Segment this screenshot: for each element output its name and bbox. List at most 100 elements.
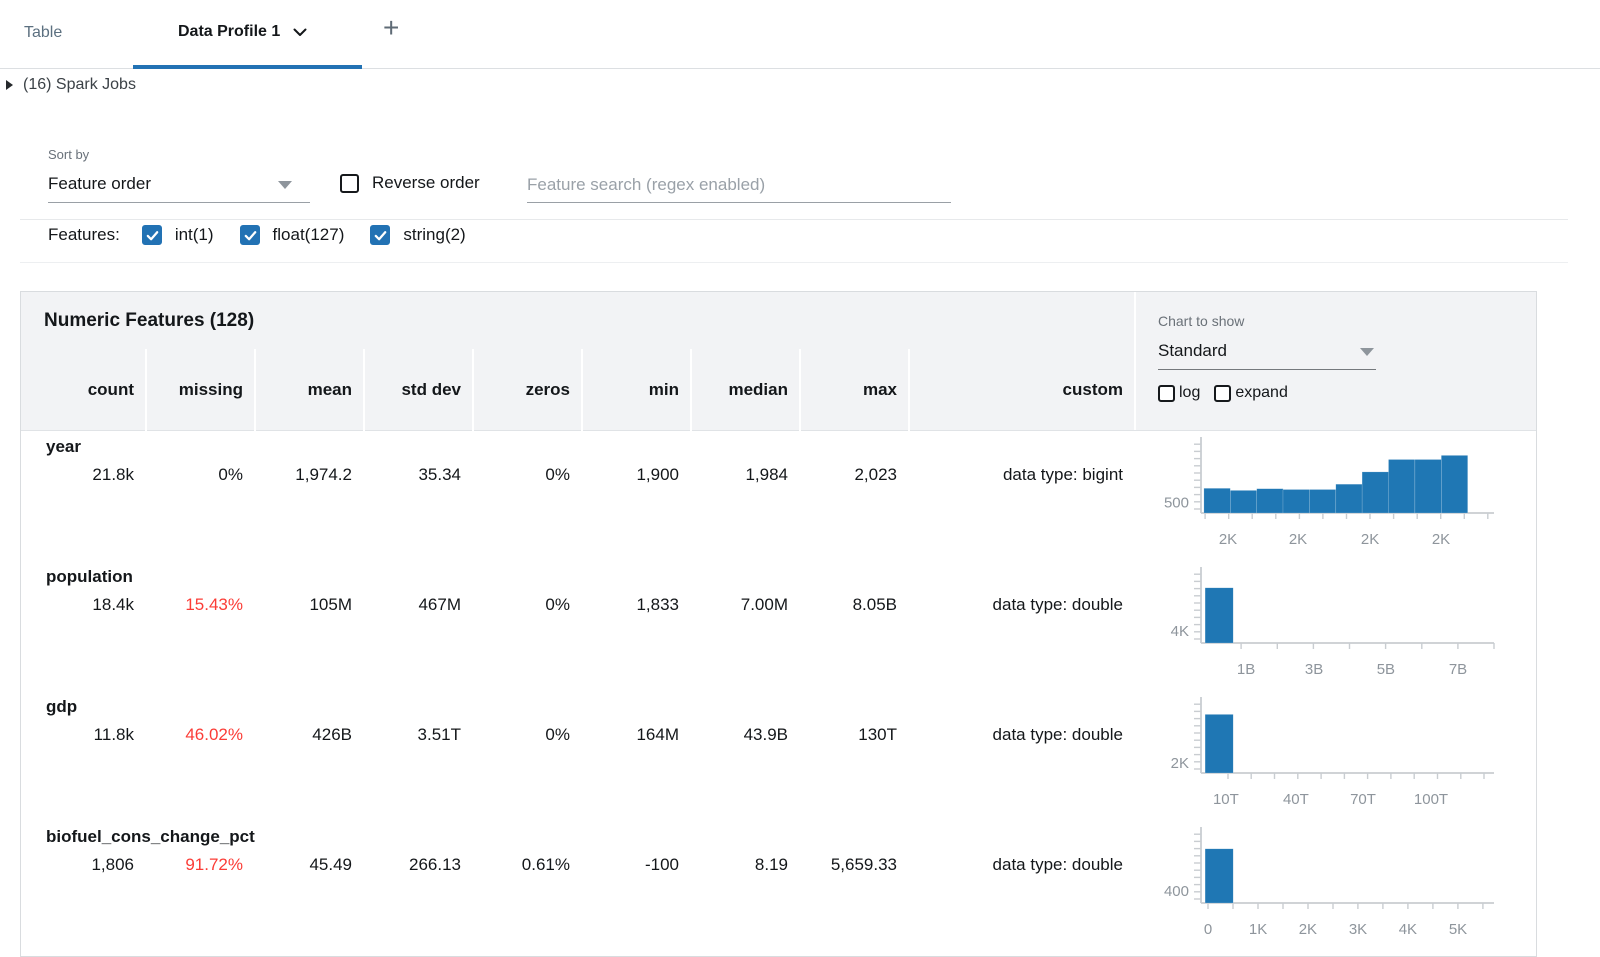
cell-std-dev: 467M [363,593,472,617]
dropdown-arrow-icon [278,181,292,189]
log-label: log [1179,384,1200,402]
tab-table[interactable]: Table [24,24,62,42]
cell-min: -100 [581,853,690,877]
table-header: Numeric Features (128) countmissingmeans… [21,292,1536,431]
expand-checkbox[interactable] [1214,385,1231,402]
log-checkbox[interactable] [1158,385,1175,402]
cell-count: 1,806 [21,853,145,877]
svg-text:400: 400 [1164,883,1189,900]
column-header-missing: missing [145,349,254,431]
feature-search-input[interactable] [527,168,951,202]
column-header-mean: mean [254,349,363,431]
expand-label: expand [1235,384,1288,402]
reverse-order-control[interactable]: Reverse order [340,173,480,193]
svg-text:5B: 5B [1377,661,1395,678]
caret-right-icon [6,80,13,90]
feature-type-checkbox[interactable] [142,225,162,245]
cell-custom: data type: bigint [908,463,1134,487]
feature-type-checkbox[interactable] [370,225,390,245]
column-header-zeros: zeros [472,349,581,431]
column-header-median: median [690,349,799,431]
svg-text:10T: 10T [1213,791,1239,808]
column-header-min: min [581,349,690,431]
svg-text:2K: 2K [1299,921,1317,938]
column-header-max: max [799,349,908,431]
cell-mean: 426B [254,723,363,747]
sort-by-value: Feature order [48,174,151,194]
svg-text:3K: 3K [1349,921,1367,938]
svg-text:1B: 1B [1237,661,1255,678]
divider [20,219,1568,220]
table-title: Numeric Features (128) [44,310,254,332]
cell-max: 130T [799,723,908,747]
feature-row-population: population18.4k15.43%105M467M0%1,8337.00… [21,561,1536,691]
svg-text:2K: 2K [1361,531,1379,548]
feature-type-checkbox[interactable] [240,225,260,245]
chart-type-value: Standard [1158,341,1227,361]
histogram-biofuel_cons_change_pct: 400 0 1K 2K 3K 4K 5K [1134,821,1537,949]
cell-std-dev: 266.13 [363,853,472,877]
cell-mean: 1,974.2 [254,463,363,487]
histogram-year: 5002K2K2K2K [1134,431,1537,559]
svg-text:40T: 40T [1283,791,1309,808]
cell-median: 7.00M [690,593,799,617]
spark-jobs-label: (16) Spark Jobs [23,76,136,94]
svg-text:1K: 1K [1249,921,1267,938]
cell-missing: 91.72% [145,853,254,877]
dropdown-arrow-icon [1360,348,1374,356]
cell-custom: data type: double [908,593,1134,617]
cell-max: 5,659.33 [799,853,908,877]
feature-row-biofuel_cons_change_pct: biofuel_cons_change_pct1,80691.72%45.492… [21,821,1536,951]
chevron-down-icon [293,28,307,37]
svg-text:0: 0 [1204,921,1212,938]
cell-min: 1,833 [581,593,690,617]
svg-text:7B: 7B [1449,661,1467,678]
histogram-population: 4K1B3B5B7B [1134,561,1537,689]
cell-custom: data type: double [908,853,1134,877]
reverse-order-label: Reverse order [372,173,480,193]
svg-text:4K: 4K [1399,921,1417,938]
tab-data-profile[interactable]: Data Profile 1 [178,23,307,41]
svg-text:4K: 4K [1171,623,1189,640]
cell-median: 1,984 [690,463,799,487]
cell-zeros: 0% [472,593,581,617]
divider [20,262,1568,263]
log-option[interactable]: log [1158,384,1200,402]
cell-min: 1,900 [581,463,690,487]
reverse-order-checkbox[interactable] [340,174,359,193]
cell-zeros: 0.61% [472,853,581,877]
chart-type-select[interactable]: Standard [1158,336,1376,370]
svg-text:500: 500 [1164,495,1189,512]
add-profile-button[interactable]: + [383,14,399,42]
feature-row-year: year21.8k0%1,974.235.340%1,9001,9842,023… [21,431,1536,561]
histogram-gdp: 2K10T40T70T100T [1134,691,1537,819]
column-header-count: count [21,349,145,431]
feature-type-label: int(1) [175,225,214,245]
sort-by-select[interactable]: Feature order [48,168,310,203]
feature-type-string[interactable]: string(2) [370,225,465,245]
cell-custom: data type: double [908,723,1134,747]
cell-std-dev: 3.51T [363,723,472,747]
svg-text:2K: 2K [1219,531,1237,548]
chart-to-show-label: Chart to show [1158,313,1244,329]
tab-bar: Table Data Profile 1 + [0,0,1600,69]
cell-missing: 46.02% [145,723,254,747]
cell-max: 8.05B [799,593,908,617]
feature-type-int[interactable]: int(1) [142,225,214,245]
expand-option[interactable]: expand [1214,384,1288,402]
feature-search [527,168,951,203]
chart-panel-header: Chart to show Standard log expand [1134,292,1536,430]
spark-jobs-toggle[interactable]: (16) Spark Jobs [6,76,136,94]
tab-data-profile-label: Data Profile 1 [178,23,280,41]
cell-count: 11.8k [21,723,145,747]
svg-text:2K: 2K [1171,755,1189,772]
feature-type-float[interactable]: float(127) [240,225,345,245]
features-filter-row: Features: int(1)float(127)string(2) [48,225,492,245]
feature-name: biofuel_cons_change_pct [46,827,255,847]
feature-name: year [46,437,81,457]
numeric-features-table: Numeric Features (128) countmissingmeans… [20,291,1537,957]
cell-median: 43.9B [690,723,799,747]
cell-missing: 0% [145,463,254,487]
svg-text:5K: 5K [1449,921,1467,938]
cell-zeros: 0% [472,723,581,747]
